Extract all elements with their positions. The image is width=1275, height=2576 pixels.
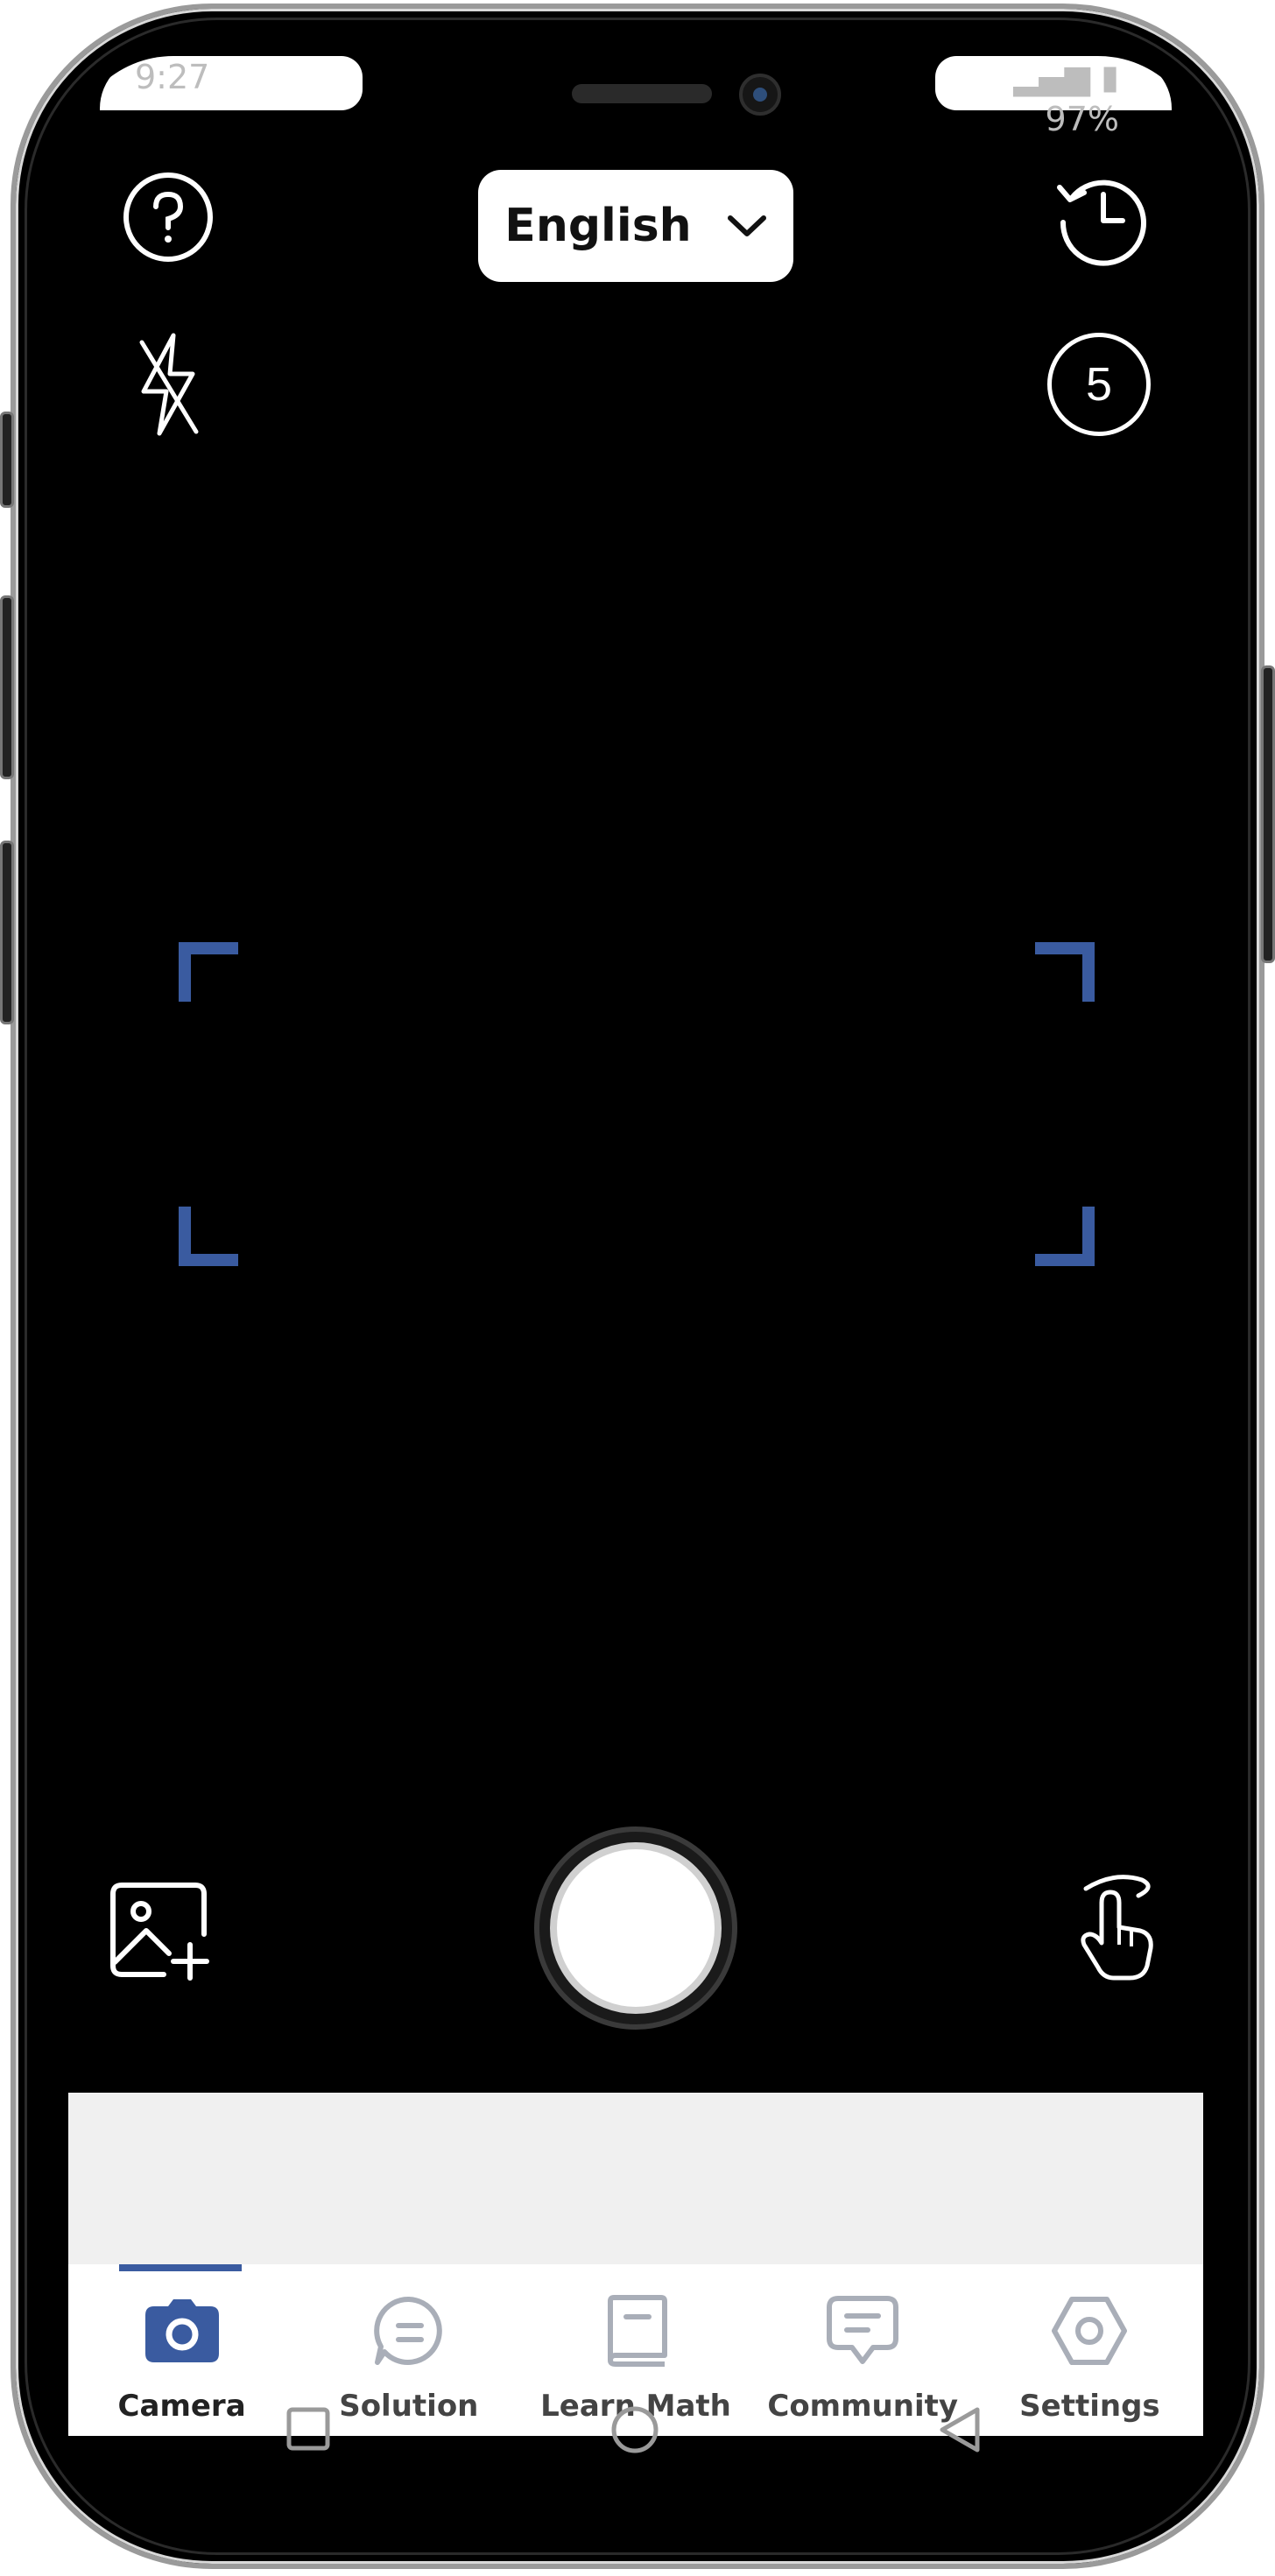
image-add-icon xyxy=(110,1883,209,1981)
front-camera xyxy=(739,74,781,116)
system-navigation-bar xyxy=(0,2380,1275,2494)
shutter-button[interactable] xyxy=(534,1826,737,2030)
earpiece-speaker xyxy=(572,84,712,103)
phone-mute-switch xyxy=(0,412,14,508)
flash-toggle-button[interactable] xyxy=(126,327,210,441)
flash-off-icon xyxy=(139,333,199,436)
gesture-mode-button[interactable] xyxy=(1061,1867,1166,1986)
camera-icon xyxy=(140,2289,224,2373)
status-battery: 97% xyxy=(1045,100,1119,138)
language-selector[interactable]: English xyxy=(478,170,793,282)
gallery-import-button[interactable] xyxy=(103,1874,217,1988)
viewfinder-corner-bottom-left xyxy=(179,1207,238,1266)
language-label: English xyxy=(504,200,692,252)
recents-icon[interactable] xyxy=(285,2406,331,2452)
status-time: 9:27 xyxy=(135,58,210,96)
app-screen: 9:27 ▂▄▆ ▮ 97% English 5 Camera Solution… xyxy=(68,56,1203,2436)
viewfinder-corner-bottom-right xyxy=(1035,1207,1095,1266)
book-icon xyxy=(594,2289,678,2373)
capture-queue-counter[interactable]: 5 xyxy=(1047,333,1151,436)
home-icon[interactable] xyxy=(609,2404,660,2455)
phone-volume-up xyxy=(0,595,14,779)
question-circle-icon xyxy=(123,172,213,262)
phone-volume-down xyxy=(0,841,14,1024)
viewfinder-corner-top-left xyxy=(179,942,238,1002)
status-bar-right: ▂▄▆ ▮ 97% xyxy=(935,56,1172,138)
shutter-button-inner xyxy=(550,1842,722,2014)
history-button[interactable] xyxy=(1049,165,1154,270)
chevron-down-icon xyxy=(727,215,766,236)
capture-queue-count: 5 xyxy=(1085,358,1113,411)
help-button[interactable] xyxy=(116,165,221,270)
viewfinder-corner-top-right xyxy=(1035,942,1095,1002)
status-bar-left: 9:27 xyxy=(100,56,363,110)
gear-icon xyxy=(1047,2289,1131,2373)
phone-power-button xyxy=(1261,665,1275,963)
chat-bubble-icon xyxy=(367,2289,451,2373)
signal-icon: ▂▄▆ xyxy=(1013,58,1102,96)
message-icon xyxy=(821,2289,905,2373)
hand-swipe-icon xyxy=(1081,1875,1153,1981)
ad-banner-area xyxy=(68,2093,1203,2264)
back-icon[interactable] xyxy=(935,2404,984,2455)
history-clock-icon xyxy=(1057,179,1146,266)
battery-icon: ▮ xyxy=(1101,58,1119,96)
